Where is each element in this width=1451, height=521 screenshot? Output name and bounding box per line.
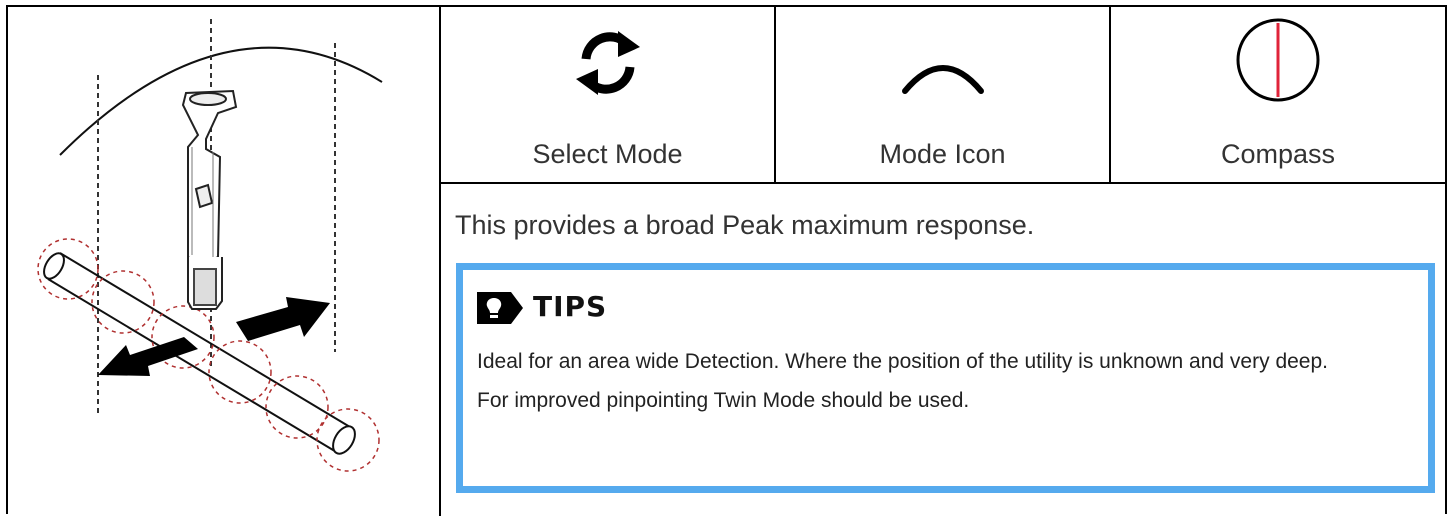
mode-icon-label: Mode Icon — [879, 139, 1006, 169]
pipe-far-end — [332, 425, 356, 455]
refresh-cycle-icon — [575, 31, 640, 95]
lightbulb-icon — [477, 292, 523, 324]
compass-label: Compass — [1220, 139, 1336, 169]
mode-icon-cell: Mode Icon — [776, 7, 1111, 182]
compass-cell: Compass — [1111, 7, 1445, 182]
tips-line: For improved pinpointing Twin Mode shoul… — [477, 389, 970, 412]
tips-line: Ideal for an area wide Detection. Where … — [477, 350, 1328, 373]
select-mode-label: Select Mode — [532, 139, 683, 169]
locator-device — [181, 89, 238, 310]
tips-title: TIPS — [533, 290, 608, 323]
arrow-right-icon — [236, 297, 330, 341]
tips-text: Ideal for an area wide Detection. Where … — [477, 346, 1417, 424]
mode-info-table: Select Mode Mode Icon Compass This provi… — [6, 5, 1447, 516]
arrow-left-icon — [98, 337, 198, 376]
arc-peak-icon — [901, 65, 984, 94]
mode-details: Select Mode Mode Icon Compass This provi… — [441, 7, 1445, 516]
select-mode-cell: Select Mode — [441, 7, 776, 182]
tips-box: TIPS Ideal for an area wide Detection. W… — [456, 263, 1435, 493]
mode-description: This provides a broad Peak maximum respo… — [455, 210, 1035, 240]
icon-row: Select Mode Mode Icon Compass — [441, 7, 1445, 184]
locator-illustration — [8, 7, 439, 516]
compass-needle-icon — [1236, 18, 1320, 102]
